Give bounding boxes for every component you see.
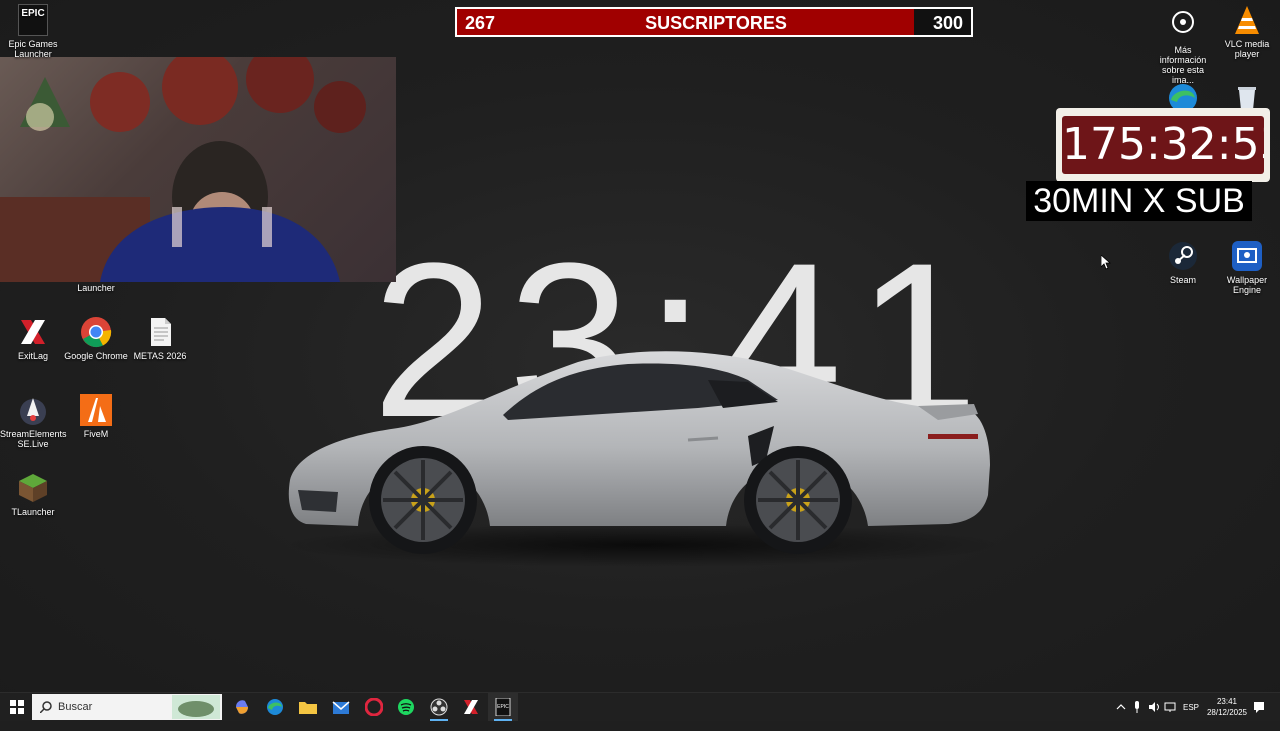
subscriber-goal-target: 300 <box>932 13 963 33</box>
promo-banner: 30MIN X SUB <box>1026 181 1252 221</box>
desktop-icon-steam[interactable]: Steam <box>1150 240 1216 285</box>
subscriber-goal-bar: 267 SUSCRIPTORES 300 <box>455 7 973 37</box>
active-app-indicator <box>494 719 512 721</box>
stream-timer-panel: 175:32:53 <box>1062 116 1264 174</box>
search-highlight-image <box>172 695 220 719</box>
taskbar: Buscar EPIC ESP 23:41 28/12/2025 <box>0 692 1280 721</box>
steam-icon <box>1167 240 1199 272</box>
desktop-icon-label: StreamElements SE.Live <box>0 429 67 449</box>
search-icon <box>40 701 52 713</box>
desktop-icon-label: Wallpaper Engine <box>1226 275 1268 295</box>
camera-info-icon <box>1167 10 1199 42</box>
taskbar-file-explorer[interactable] <box>293 693 323 721</box>
desktop-icon-launcher[interactable]: Launcher <box>63 283 129 293</box>
taskbar-epic-games[interactable]: EPIC <box>488 693 518 721</box>
text-file-icon <box>144 316 176 348</box>
exitlag-icon <box>464 700 478 714</box>
windows-logo-icon <box>10 700 24 714</box>
chrome-icon <box>80 316 112 348</box>
desktop-icon-label: Google Chrome <box>64 351 128 361</box>
desktop-icon-metas-2026[interactable]: METAS 2026 <box>127 316 193 361</box>
desktop-icon-google-chrome[interactable]: Google Chrome <box>63 316 129 361</box>
desktop-icon-label: TLauncher <box>11 507 55 517</box>
chevron-up-icon[interactable] <box>1116 703 1126 731</box>
desktop-icon-label: Más información sobre esta ima... <box>1159 45 1207 85</box>
active-app-indicator <box>430 719 448 721</box>
stream-timer-widget: 175:32:53 <box>1056 108 1270 182</box>
taskbar-date: 28/12/2025 <box>1206 708 1248 717</box>
epic-games-icon: EPIC <box>495 698 511 716</box>
exitlag-icon <box>17 316 49 348</box>
svg-text:EPIC: EPIC <box>497 704 509 710</box>
language-indicator[interactable]: ESP <box>1183 703 1199 731</box>
edge-icon <box>267 699 283 715</box>
subscriber-goal-title: SUSCRIPTORES <box>645 13 787 33</box>
desktop-icon-label: FiveM <box>83 429 109 439</box>
desktop-icon-label: ExitLag <box>17 351 49 361</box>
taskbar-spotify[interactable] <box>391 693 421 721</box>
desktop-icon-label: METAS 2026 <box>133 351 187 361</box>
webcam-overlay <box>0 57 396 282</box>
microphone-icon[interactable] <box>1133 701 1141 729</box>
speaker-icon[interactable] <box>1148 701 1160 729</box>
desktop-icon-streamelements[interactable]: StreamElements SE.Live <box>0 394 67 449</box>
taskbar-mail[interactable] <box>326 693 356 721</box>
taskbar-opera-gx[interactable] <box>359 693 389 721</box>
desktop-icon-fivem[interactable]: FiveM <box>63 394 129 439</box>
streamelements-icon <box>17 394 49 426</box>
vlc-icon <box>1231 4 1263 36</box>
webcam-feed-image <box>0 57 366 282</box>
network-icon[interactable] <box>1164 701 1176 729</box>
folder-icon <box>299 702 317 714</box>
taskbar-search-box[interactable]: Buscar <box>32 694 222 720</box>
desktop-icon-label: Epic Games Launcher <box>8 39 58 59</box>
copilot-icon <box>236 700 248 714</box>
car-illustration <box>283 351 1003 567</box>
wallpaper-engine-icon <box>1231 240 1263 272</box>
start-button[interactable] <box>2 693 32 721</box>
taskbar-exitlag[interactable] <box>456 693 486 721</box>
tlauncher-icon <box>17 472 49 504</box>
fivem-icon <box>80 394 112 426</box>
mail-icon <box>332 701 350 714</box>
desktop-icon-exitlag[interactable]: ExitLag <box>0 316 66 361</box>
taskbar-time: 23:41 <box>1216 697 1238 706</box>
taskbar-copilot[interactable] <box>227 693 257 721</box>
stream-timer-value: 175:32:53 <box>1062 119 1264 170</box>
desktop-icon-wallpaper-engine[interactable]: Wallpaper Engine <box>1214 240 1280 295</box>
taskbar-obs[interactable] <box>424 693 454 721</box>
desktop-icon-label: Steam <box>1169 275 1196 285</box>
spotify-icon <box>398 699 414 715</box>
notifications-icon[interactable] <box>1253 701 1265 729</box>
obs-icon <box>430 698 448 716</box>
epic-games-icon: EPIC <box>18 4 48 36</box>
desktop-icon-vlc[interactable]: VLC media player <box>1214 4 1280 59</box>
desktop-icon-label: Launcher <box>77 283 115 293</box>
desktop-icon-mas-informacion[interactable]: Más información sobre esta ima... <box>1150 10 1216 85</box>
desktop-icon-epic-games[interactable]: EPIC Epic Games Launcher <box>0 4 66 59</box>
desktop-icon-tlauncher[interactable]: TLauncher <box>0 472 66 517</box>
mouse-cursor-icon <box>1101 255 1111 270</box>
opera-icon <box>365 698 383 716</box>
taskbar-edge[interactable] <box>260 693 290 721</box>
desktop-icon-label: VLC media player <box>1224 39 1270 59</box>
search-placeholder: Buscar <box>58 701 93 713</box>
